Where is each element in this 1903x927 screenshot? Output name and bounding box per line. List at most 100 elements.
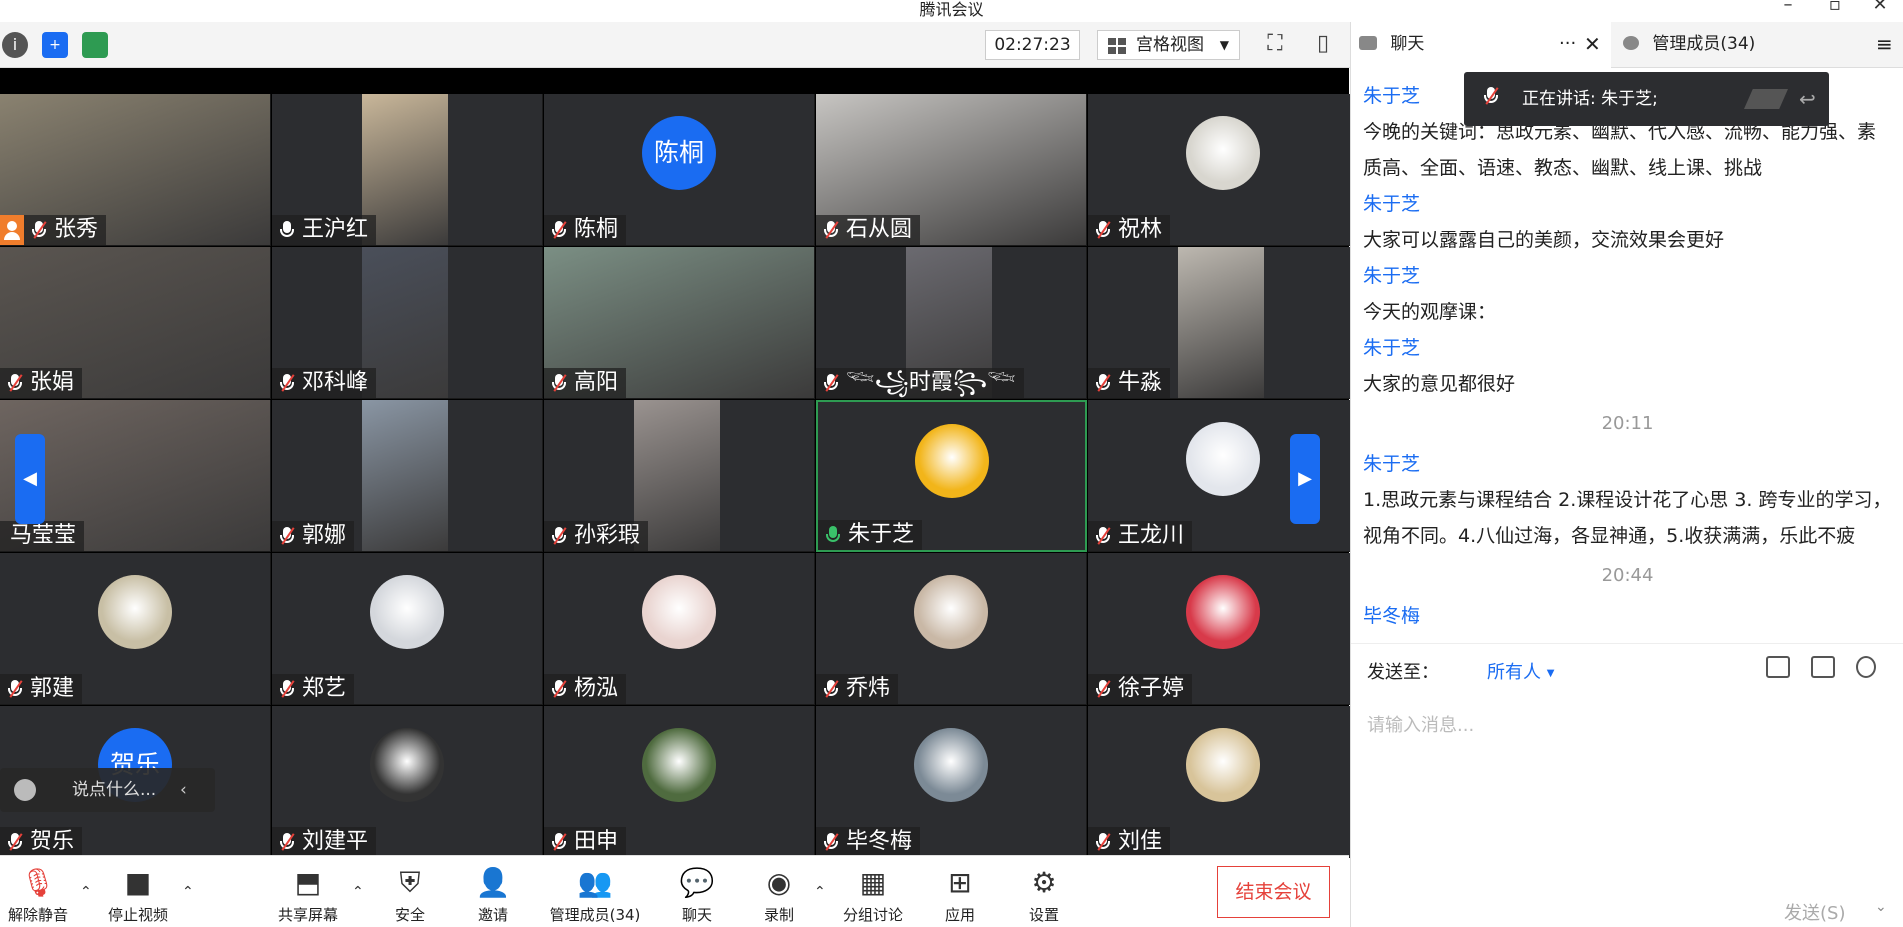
title-bar: 腾讯会议 – ▫ ✕ bbox=[0, 0, 1903, 22]
view-mode-select[interactable]: 宫格视图 ▼ bbox=[1097, 30, 1240, 60]
next-page-button[interactable]: ▶ bbox=[1290, 434, 1320, 524]
participant-tile[interactable]: 毕冬梅 bbox=[816, 706, 1087, 858]
mic-muted-icon bbox=[552, 527, 567, 545]
grid-icon bbox=[1108, 38, 1126, 54]
participant-tile[interactable]: 郭娜 bbox=[272, 400, 543, 552]
participant-name: 孙彩瑕 bbox=[574, 523, 641, 548]
mic-muted-icon bbox=[824, 680, 839, 698]
security-button[interactable]: ⛨ 安全 bbox=[380, 866, 440, 925]
message-input[interactable] bbox=[1367, 710, 1887, 740]
chat-button[interactable]: 💬 聊天 bbox=[667, 866, 727, 925]
signal-icon[interactable] bbox=[82, 32, 108, 58]
sidebar-toggle-icon[interactable]: ▯ bbox=[1308, 30, 1338, 60]
info-icon[interactable]: i bbox=[2, 32, 28, 58]
menu-icon[interactable]: ≡ bbox=[1876, 22, 1902, 68]
participant-tile[interactable]: 乔炜 bbox=[816, 553, 1087, 705]
send-button[interactable]: 发送(S) bbox=[1784, 899, 1845, 925]
fullscreen-icon[interactable]: ⛶ bbox=[1260, 30, 1290, 60]
tab-members[interactable]: 管理成员(34) bbox=[1615, 22, 1855, 68]
participant-tile[interactable]: 田申 bbox=[544, 706, 815, 858]
participant-name: 祝林 bbox=[1118, 217, 1163, 242]
participant-tile[interactable]: 陈桐 陈桐 bbox=[544, 94, 815, 246]
participant-tile[interactable]: 刘佳 bbox=[1088, 706, 1359, 858]
participant-tile[interactable]: 高阳 bbox=[544, 247, 815, 399]
notice-icon[interactable] bbox=[1811, 656, 1835, 678]
participant-nameplate: 刘佳 bbox=[1088, 827, 1171, 857]
close-icon[interactable]: ✕ bbox=[1584, 22, 1601, 66]
participant-name: 刘建平 bbox=[302, 829, 369, 854]
participant-tile[interactable]: 郑艺 bbox=[272, 553, 543, 705]
send-to-value: 所有人 bbox=[1487, 662, 1541, 683]
maximize-icon[interactable]: ▫ bbox=[1820, 0, 1850, 15]
share-screen-button[interactable]: ⬒ 共享屏幕 bbox=[272, 866, 344, 925]
person-icon[interactable] bbox=[1856, 656, 1876, 678]
tab-chat-label: 聊天 bbox=[1390, 34, 1425, 54]
reply-icon[interactable]: ↩ bbox=[1799, 72, 1816, 126]
more-icon[interactable]: ··· bbox=[1559, 22, 1576, 66]
message-sender: 毕冬梅 bbox=[1363, 605, 1421, 627]
prev-page-button[interactable]: ◀ bbox=[15, 434, 45, 524]
shield-icon[interactable]: + bbox=[42, 32, 68, 58]
apps-button[interactable]: ⊞ 应用 bbox=[930, 866, 990, 925]
bottom-toolbar: 🎙 解除静音 ⌃ ■ 停止视频 ⌃ ⬒ 共享屏幕 ⌃ ⛨ 安全 👤 邀请 👥 管… bbox=[0, 855, 1349, 927]
participant-name: 徐子婷 bbox=[1118, 676, 1185, 701]
participant-tile[interactable]: 祝林 bbox=[1088, 94, 1359, 246]
close-window-icon[interactable]: ✕ bbox=[1865, 0, 1895, 15]
mic-muted-icon bbox=[1096, 527, 1111, 545]
participant-tile[interactable]: 孙彩瑕 bbox=[544, 400, 815, 552]
participant-tile[interactable]: 郭建 bbox=[0, 553, 271, 705]
chevron-up-icon[interactable]: ⌃ bbox=[814, 884, 826, 900]
participant-tile[interactable]: 张秀 bbox=[0, 94, 271, 246]
participant-nameplate: 牛淼 bbox=[1088, 368, 1171, 398]
participant-nameplate: 朱于芝 bbox=[818, 520, 923, 550]
participant-nameplate: 高阳 bbox=[544, 368, 627, 398]
unmute-button[interactable]: 🎙 解除静音 bbox=[2, 866, 74, 925]
minimize-icon[interactable]: – bbox=[1773, 0, 1803, 15]
participant-tile[interactable]: 朱于芝 bbox=[816, 400, 1087, 552]
quick-chat-bar[interactable]: 说点什么... ‹ bbox=[0, 768, 215, 812]
view-mode-label: 宫格视图 bbox=[1136, 35, 1204, 55]
chevron-up-icon[interactable]: ⌃ bbox=[182, 884, 194, 900]
participant-tile[interactable]: 刘建平 bbox=[272, 706, 543, 858]
mic-muted-icon bbox=[280, 374, 295, 392]
message-text: 今天的观摩课： bbox=[1363, 301, 1497, 323]
participant-avatar bbox=[98, 575, 172, 649]
breakout-button[interactable]: ▦ 分组讨论 bbox=[838, 866, 908, 925]
participant-name: 郭娜 bbox=[302, 523, 347, 548]
participant-nameplate: 张秀 bbox=[24, 215, 107, 245]
manage-members-label: 管理成员(34) bbox=[549, 906, 641, 924]
chevron-left-icon[interactable]: ‹ bbox=[180, 768, 187, 812]
participant-nameplate: 祝林 bbox=[1088, 215, 1171, 245]
chevron-down-icon[interactable]: ⌄ bbox=[1875, 899, 1887, 915]
participant-tile[interactable]: 牛淼 bbox=[1088, 247, 1359, 399]
meeting-toolbar: i + 02:27:23 宫格视图 ▼ ⛶ ▯ bbox=[0, 22, 1350, 68]
participant-tile[interactable]: 徐子婷 bbox=[1088, 553, 1359, 705]
send-to-select[interactable]: 所有人 ▼ bbox=[1487, 658, 1554, 684]
chevron-up-icon[interactable]: ⌃ bbox=[80, 884, 92, 900]
participant-tile[interactable]: 邓科峰 bbox=[272, 247, 543, 399]
message-text: 大家的意见都很好 bbox=[1363, 373, 1516, 395]
stop-video-button[interactable]: ■ 停止视频 bbox=[102, 866, 174, 925]
unmute-label: 解除静音 bbox=[7, 906, 68, 924]
participant-avatar bbox=[370, 728, 444, 802]
end-meeting-button[interactable]: 结束会议 bbox=[1217, 866, 1330, 918]
invite-button[interactable]: 👤 邀请 bbox=[463, 866, 523, 925]
participant-tile[interactable]: 杨泓 bbox=[544, 553, 815, 705]
message-text: 大家可以露露自己的美颜，交流效果会更好 bbox=[1363, 229, 1725, 251]
record-button[interactable]: ◉ 录制 bbox=[749, 866, 809, 925]
host-icon bbox=[0, 215, 24, 245]
mic-muted-icon bbox=[8, 833, 23, 851]
speaking-indicator: 正在讲话: 朱于芝; ↩ bbox=[1464, 72, 1829, 126]
chevron-up-icon[interactable]: ⌃ bbox=[352, 884, 364, 900]
participant-tile[interactable]: 张娟 bbox=[0, 247, 271, 399]
chat-icon: 💬 bbox=[679, 866, 715, 899]
settings-button[interactable]: ⚙ 设置 bbox=[1014, 866, 1074, 925]
participant-avatar bbox=[1186, 422, 1260, 496]
manage-members-button[interactable]: 👥 管理成员(34) bbox=[540, 866, 650, 925]
emoji-icon[interactable] bbox=[14, 779, 36, 801]
file-icon[interactable] bbox=[1766, 656, 1790, 678]
participant-tile[interactable]: 石从圆 bbox=[816, 94, 1087, 246]
tab-chat[interactable]: 聊天 ··· ✕ bbox=[1351, 22, 1611, 68]
participant-tile[interactable]: 王沪红 bbox=[272, 94, 543, 246]
participant-tile[interactable]: 𓆝꧁时霞꧂𓆝 bbox=[816, 247, 1087, 399]
